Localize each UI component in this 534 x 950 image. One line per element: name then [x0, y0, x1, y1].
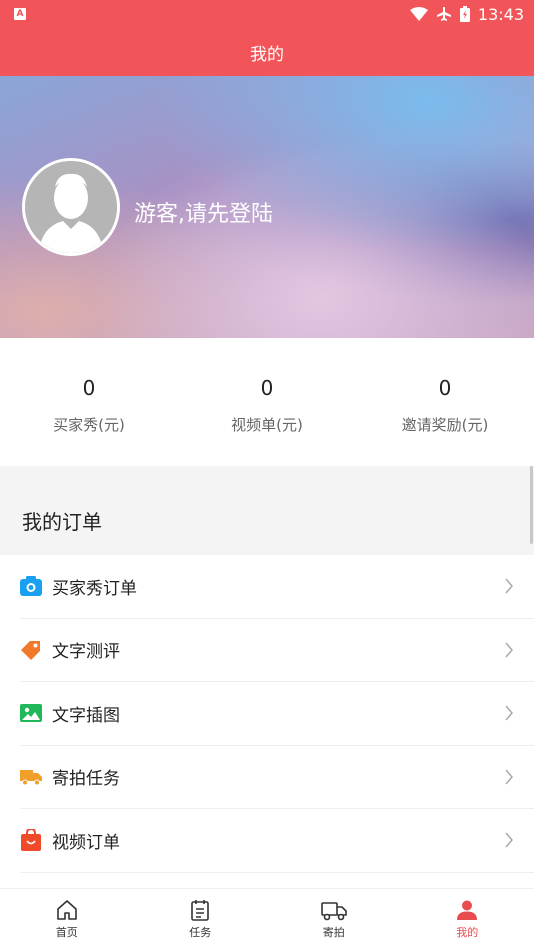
person-icon — [457, 900, 478, 920]
chevron-right-icon — [505, 705, 513, 721]
chevron-right-icon — [505, 769, 513, 785]
shopping-bag-icon — [20, 829, 42, 852]
wifi-icon — [409, 7, 428, 21]
stat-label: 视频单(元) — [231, 416, 303, 434]
tab-label: 寄拍 — [322, 926, 345, 939]
order-item-shipping-task[interactable]: 寄拍任务 — [20, 746, 534, 809]
stat-value: 0 — [438, 376, 452, 400]
notification-icon: A — [14, 8, 26, 20]
status-right: 13:43 — [409, 4, 524, 24]
tab-home[interactable]: 首页 — [0, 889, 134, 950]
chevron-right-icon — [505, 642, 513, 658]
tab-tasks[interactable]: 任务 — [134, 889, 268, 950]
section-title: 我的订单 — [22, 510, 102, 534]
chevron-right-icon — [505, 832, 513, 848]
truck-icon — [20, 766, 42, 788]
stat-invite-reward[interactable]: 0 邀请奖励(元) — [356, 338, 534, 466]
order-item-text-review[interactable]: 文字测评 — [20, 619, 534, 682]
order-list: 买家秀订单 文字测评 文字插图 寄拍任务 视频订单 — [0, 555, 534, 873]
stat-value: 0 — [82, 376, 96, 400]
clipboard-icon — [191, 900, 210, 921]
order-item-label: 文字插图 — [52, 705, 120, 726]
profile-banner[interactable]: 游客,请先登陆 — [0, 76, 534, 338]
tag-icon — [20, 639, 42, 661]
order-item-label: 文字测评 — [52, 642, 120, 663]
clock: 13:43 — [477, 4, 524, 24]
default-avatar-icon — [25, 161, 117, 253]
orders-section-header: 我的订单 — [0, 466, 534, 555]
home-icon — [56, 900, 77, 920]
page-title: 我的 — [250, 44, 284, 65]
order-item-label: 视频订单 — [52, 832, 120, 853]
order-item-label: 买家秀订单 — [52, 578, 137, 599]
login-prompt[interactable]: 游客,请先登陆 — [134, 196, 273, 228]
tab-label: 首页 — [55, 926, 78, 939]
order-item-text-illustration[interactable]: 文字插图 — [20, 682, 534, 746]
stat-label: 买家秀(元) — [53, 416, 125, 434]
stats-panel: 0 买家秀(元) 0 视频单(元) 0 邀请奖励(元) — [0, 338, 534, 466]
stat-buyer-show[interactable]: 0 买家秀(元) — [0, 338, 178, 466]
chevron-right-icon — [505, 578, 513, 594]
avatar[interactable] — [22, 158, 120, 256]
tab-label: 我的 — [456, 926, 479, 939]
stat-value: 0 — [260, 376, 274, 400]
order-item-buyer-show[interactable]: 买家秀订单 — [20, 555, 534, 619]
tab-shipping[interactable]: 寄拍 — [267, 889, 401, 950]
stat-video-order[interactable]: 0 视频单(元) — [178, 338, 356, 466]
battery-icon — [459, 6, 470, 22]
tab-mine[interactable]: 我的 — [401, 889, 534, 950]
order-item-label: 寄拍任务 — [52, 769, 120, 790]
truck-icon — [320, 902, 347, 921]
bottom-tab-bar: 首页 任务 寄拍 我的 — [0, 888, 534, 950]
scrollbar[interactable] — [530, 466, 533, 544]
camera-icon — [20, 575, 42, 597]
order-item-video-order[interactable]: 视频订单 — [20, 809, 534, 873]
tab-label: 任务 — [189, 926, 212, 939]
app-header: 我的 — [0, 28, 534, 76]
status-bar: A 13:43 — [0, 0, 534, 28]
stat-label: 邀请奖励(元) — [401, 416, 489, 434]
image-icon — [20, 702, 42, 724]
airplane-icon — [436, 7, 451, 21]
